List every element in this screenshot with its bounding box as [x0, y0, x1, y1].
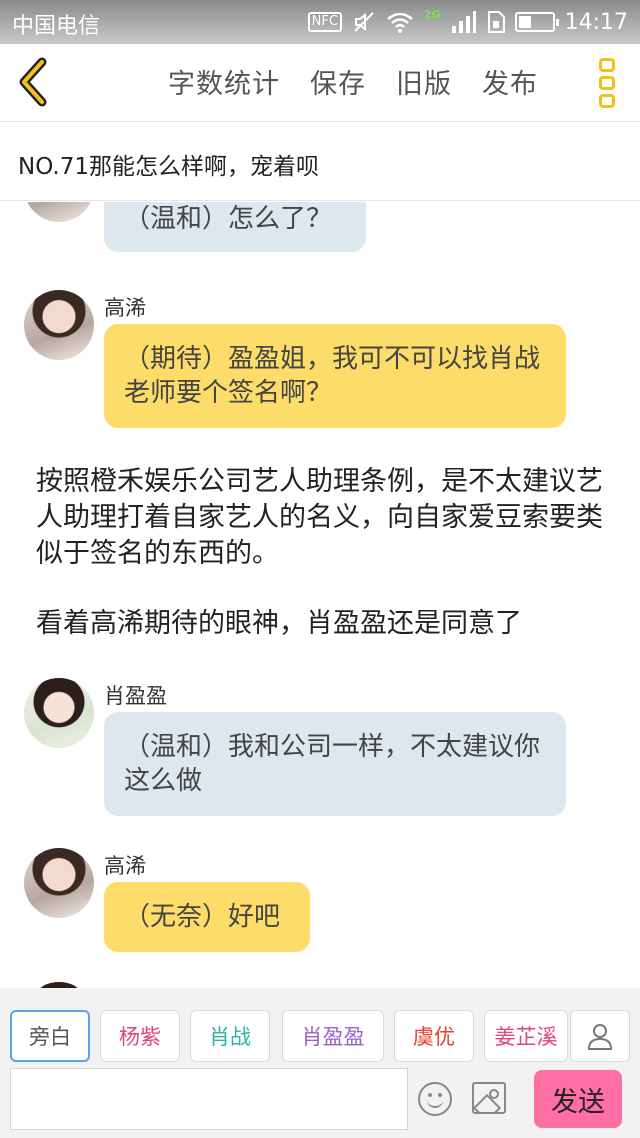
status-icons: NFC 2G 14:17: [307, 6, 628, 38]
role-label: 肖战: [209, 1025, 251, 1049]
message-bubble[interactable]: （温和）怎么了？: [104, 202, 366, 252]
role-button[interactable]: 姜芷溪: [484, 1010, 568, 1062]
role-label: 杨紫: [119, 1025, 161, 1049]
word-count-button[interactable]: 字数统计: [168, 62, 280, 101]
role-button[interactable]: 肖盈盈: [282, 1010, 384, 1062]
role-label: 姜芷溪: [494, 1025, 558, 1049]
signal-icon: [451, 11, 476, 33]
chapter-header: NO.71那能怎么样啊，宠着呗: [0, 123, 640, 201]
toolbar-actions: 字数统计 保存 旧版 发布: [168, 62, 538, 101]
avatar: [24, 202, 94, 222]
nfc-icon: NFC: [307, 12, 342, 32]
role-label: 虞优: [413, 1025, 455, 1049]
narration-text[interactable]: 按照橙禾娱乐公司艺人助理条例，是不太建议艺人助理打着自家艺人的名义，向自家爱豆索…: [36, 464, 616, 572]
old-version-button[interactable]: 旧版: [396, 62, 452, 101]
speaker-name: 肖盈盈: [104, 684, 167, 708]
speaker-name: 高浠: [104, 854, 146, 878]
message-text: （温和）我和公司一样，不太建议你这么做: [124, 732, 541, 796]
role-button[interactable]: 杨紫: [100, 1010, 180, 1062]
message-input[interactable]: [10, 1068, 408, 1130]
network-type: 2G: [423, 7, 441, 21]
avatar: [24, 678, 94, 748]
role-bar: 旁白 杨紫 肖战 肖盈盈 虞优 姜芷溪: [0, 988, 640, 1064]
speaker-name: 高浠: [104, 296, 146, 320]
status-bar: 中国电信 NFC 2G 14:17: [0, 0, 640, 44]
save-button[interactable]: 保存: [310, 62, 366, 101]
send-button[interactable]: 发送: [534, 1070, 622, 1128]
role-button[interactable]: 虞优: [394, 1010, 474, 1062]
message-bubble[interactable]: （期待）盈盈姐，我可不可以找肖战老师要个签名啊？: [104, 324, 566, 428]
mute-icon: [354, 12, 374, 32]
avatar: [24, 290, 94, 360]
role-button-narration[interactable]: 旁白: [10, 1010, 90, 1062]
chevron-left-icon: [19, 57, 47, 107]
role-label: 肖盈盈: [301, 1025, 365, 1049]
avatar: [24, 848, 94, 918]
clock: 14:17: [564, 9, 628, 35]
battery-icon: [514, 12, 559, 32]
input-bar: 发送: [0, 1064, 640, 1138]
user-icon: [587, 1024, 613, 1050]
wifi-icon: [387, 12, 413, 33]
role-button[interactable]: 肖战: [190, 1010, 270, 1062]
image-icon[interactable]: [472, 1082, 506, 1114]
carrier-name: 中国电信: [12, 14, 101, 39]
sim-icon: [487, 11, 505, 33]
message-bubble[interactable]: （温和）我和公司一样，不太建议你这么做: [104, 712, 566, 816]
editor-toolbar: 字数统计 保存 旧版 发布: [0, 44, 640, 122]
message-text: （温和）怎么了？: [124, 204, 333, 234]
emoji-icon[interactable]: [418, 1082, 452, 1116]
narration-text[interactable]: 看着高浠期待的眼神，肖盈盈还是同意了: [36, 606, 616, 642]
chapter-title[interactable]: NO.71那能怎么样啊，宠着呗: [18, 147, 319, 181]
role-label: 旁白: [29, 1025, 71, 1049]
more-menu-icon[interactable]: [596, 58, 618, 108]
message-bubble[interactable]: （无奈）好吧: [104, 882, 310, 952]
message-text: （期待）盈盈姐，我可不可以找肖战老师要个签名啊？: [124, 344, 541, 408]
chat-area[interactable]: （温和）怎么了？ 高浠 （期待）盈盈姐，我可不可以找肖战老师要个签名啊？ 按照橙…: [0, 202, 640, 988]
publish-button[interactable]: 发布: [482, 62, 538, 101]
role-manage-button[interactable]: [570, 1010, 630, 1062]
message-text: （无奈）好吧: [124, 902, 281, 932]
back-button[interactable]: [12, 56, 60, 108]
